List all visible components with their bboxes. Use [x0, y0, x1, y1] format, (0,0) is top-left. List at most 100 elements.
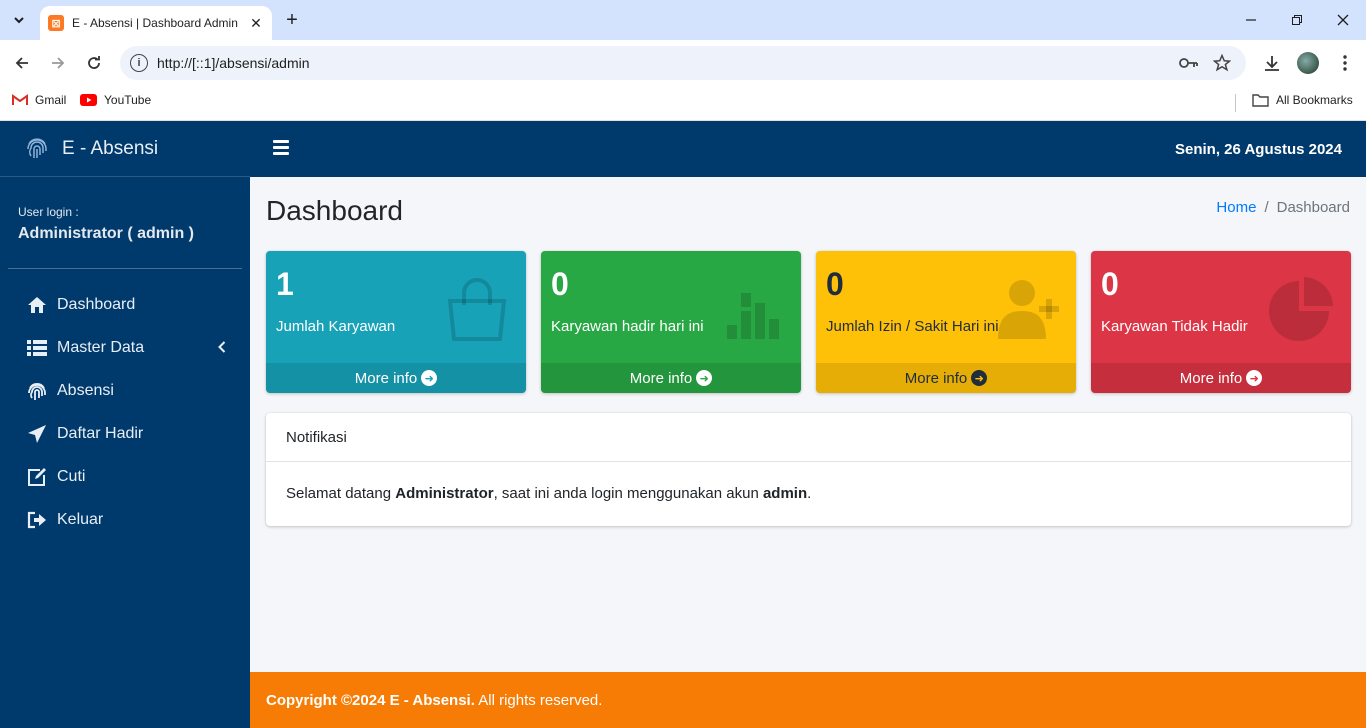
- sidebar-item-cuti[interactable]: Cuti: [0, 455, 250, 498]
- browser-tab[interactable]: ⊠ E - Absensi | Dashboard Admin ✕: [40, 6, 272, 40]
- more-vertical-icon: [1343, 55, 1347, 71]
- stat-value: 0: [551, 266, 569, 302]
- chevron-left-icon: [218, 340, 226, 358]
- user-login-label: User login :: [18, 205, 79, 219]
- shopping-bag-icon: [447, 278, 507, 341]
- user-panel: User login : Administrator ( admin ): [8, 177, 242, 269]
- more-info-link[interactable]: More info ➜: [816, 363, 1076, 393]
- profile-button[interactable]: [1293, 48, 1323, 78]
- current-date: Senin, 26 Agustus 2024: [1174, 141, 1342, 158]
- more-info-link[interactable]: More info ➜: [1091, 363, 1351, 393]
- download-icon: [1265, 56, 1279, 71]
- sidebar-item-daftar-hadir[interactable]: Daftar Hadir: [0, 412, 250, 455]
- close-window-button[interactable]: [1320, 0, 1366, 40]
- breadcrumb-separator: /: [1264, 199, 1269, 216]
- gmail-icon: [12, 94, 28, 106]
- more-info-link[interactable]: More info ➜: [266, 363, 526, 393]
- all-bookmarks-button[interactable]: All Bookmarks: [1252, 93, 1353, 107]
- breadcrumb-home-link[interactable]: Home: [1216, 199, 1256, 216]
- more-info-label: More info: [904, 369, 968, 387]
- browser-menu-button[interactable]: [1330, 48, 1360, 78]
- minimize-icon: [1246, 19, 1256, 21]
- browser-tabstrip: ⊠ E - Absensi | Dashboard Admin ✕ +: [0, 0, 1366, 40]
- welcome-text-1: Selamat datang: [286, 485, 396, 502]
- site-info-icon[interactable]: i: [130, 54, 148, 72]
- brand-name: E - Absensi: [62, 137, 159, 159]
- tab-close-icon[interactable]: ✕: [248, 15, 264, 31]
- more-info-link[interactable]: More info ➜: [541, 363, 801, 393]
- hamburger-menu-icon[interactable]: [273, 140, 289, 156]
- fingerprint-icon: [27, 381, 47, 401]
- more-info-label: More info: [354, 369, 418, 387]
- bookmark-star-icon[interactable]: [1212, 53, 1232, 73]
- password-key-icon[interactable]: [1179, 53, 1199, 73]
- card-body: Selamat datang Administrator, saat ini a…: [266, 462, 1351, 525]
- breadcrumb-current: Dashboard: [1276, 199, 1350, 216]
- sidebar-item-label: Keluar: [57, 510, 104, 528]
- arrow-circle-right-icon: ➜: [696, 370, 713, 386]
- stat-box-karyawan-hadir: 0 Karyawan hadir hari ini More info ➜: [541, 251, 801, 393]
- bookmark-label: YouTube: [104, 93, 152, 107]
- xampp-favicon-icon: ⊠: [48, 15, 64, 31]
- bookmark-youtube[interactable]: YouTube: [80, 93, 151, 107]
- address-url[interactable]: http://[::1]/absensi/admin: [157, 55, 310, 71]
- new-tab-button[interactable]: +: [280, 8, 304, 32]
- notification-card: Notifikasi Selamat datang Administrator,…: [266, 413, 1351, 526]
- stat-value: 1: [276, 266, 294, 302]
- sidebar-item-keluar[interactable]: Keluar: [0, 498, 250, 541]
- welcome-text-2: , saat ini anda login menggunakan akun: [493, 485, 763, 502]
- welcome-text-3: .: [807, 485, 812, 502]
- top-navbar: Senin, 26 Agustus 2024: [250, 121, 1366, 177]
- card-title: Notifikasi: [266, 413, 1351, 462]
- stat-label: Karyawan hadir hari ini: [551, 318, 704, 335]
- arrow-circle-right-icon: ➜: [421, 370, 438, 386]
- restore-icon: [1292, 15, 1302, 25]
- arrow-circle-right-icon: ➜: [1246, 370, 1263, 386]
- more-info-label: More info: [1179, 369, 1243, 387]
- stat-value: 0: [1101, 266, 1119, 302]
- breadcrumb: Home / Dashboard: [1216, 199, 1350, 216]
- reload-icon: [88, 56, 100, 69]
- stat-label: Karyawan Tidak Hadir: [1101, 318, 1248, 335]
- restore-button[interactable]: [1274, 0, 1320, 40]
- stat-label: Jumlah Karyawan: [276, 318, 396, 335]
- back-button[interactable]: [7, 48, 37, 78]
- bookmarks-bar: Gmail YouTube All Bookmarks: [0, 86, 1366, 121]
- more-info-label: More info: [629, 369, 693, 387]
- minimize-button[interactable]: [1228, 0, 1274, 40]
- stat-box-jumlah-karyawan: 1 Jumlah Karyawan More info ➜: [266, 251, 526, 393]
- brand-link[interactable]: E - Absensi: [0, 121, 250, 177]
- home-icon: [27, 295, 47, 315]
- tab-search-button[interactable]: [6, 7, 32, 33]
- pie-chart-icon: [1269, 277, 1333, 341]
- sidebar-item-label: Cuti: [57, 467, 86, 485]
- profile-avatar: [1297, 52, 1319, 74]
- edit-icon: [27, 467, 47, 487]
- downloads-button[interactable]: [1257, 48, 1287, 78]
- sidebar-item-dashboard[interactable]: Dashboard: [0, 283, 250, 326]
- stat-label: Jumlah Izin / Sakit Hari ini: [826, 318, 999, 335]
- bar-chart-icon: [727, 293, 779, 339]
- sidebar-item-master-data[interactable]: Master Data: [0, 326, 250, 369]
- page-footer: Copyright ©2024 E - Absensi. All rights …: [250, 672, 1366, 728]
- sidebar: E - Absensi User login : Administrator (…: [0, 121, 250, 728]
- reload-button[interactable]: [79, 48, 109, 78]
- paper-plane-icon: [27, 424, 47, 444]
- tab-title: E - Absensi | Dashboard Admin: [72, 16, 238, 30]
- page-title: Dashboard: [266, 195, 403, 226]
- forward-button[interactable]: [43, 48, 73, 78]
- footer-copyright: Copyright ©2024 E - Absensi.: [266, 692, 475, 709]
- bookmarks-divider: [1235, 94, 1236, 112]
- sidebar-item-label: Absensi: [57, 381, 114, 399]
- address-bar[interactable]: i http://[::1]/absensi/admin: [120, 46, 1246, 80]
- arrow-right-icon: [52, 57, 65, 69]
- footer-rights: All rights reserved.: [474, 692, 603, 709]
- bookmark-gmail[interactable]: Gmail: [12, 93, 66, 107]
- sidebar-menu: Dashboard Master Data Absensi Daftar Had…: [0, 269, 250, 541]
- browser-toolbar: i http://[::1]/absensi/admin: [0, 40, 1366, 86]
- stat-box-izin-sakit: 0 Jumlah Izin / Sakit Hari ini More info…: [816, 251, 1076, 393]
- arrow-circle-right-icon: ➜: [971, 370, 988, 386]
- sidebar-item-absensi[interactable]: Absensi: [0, 369, 250, 412]
- main-content: Dashboard Home / Dashboard 1 Jumlah Karyaw…: [250, 177, 1366, 672]
- sidebar-item-label: Daftar Hadir: [57, 424, 144, 442]
